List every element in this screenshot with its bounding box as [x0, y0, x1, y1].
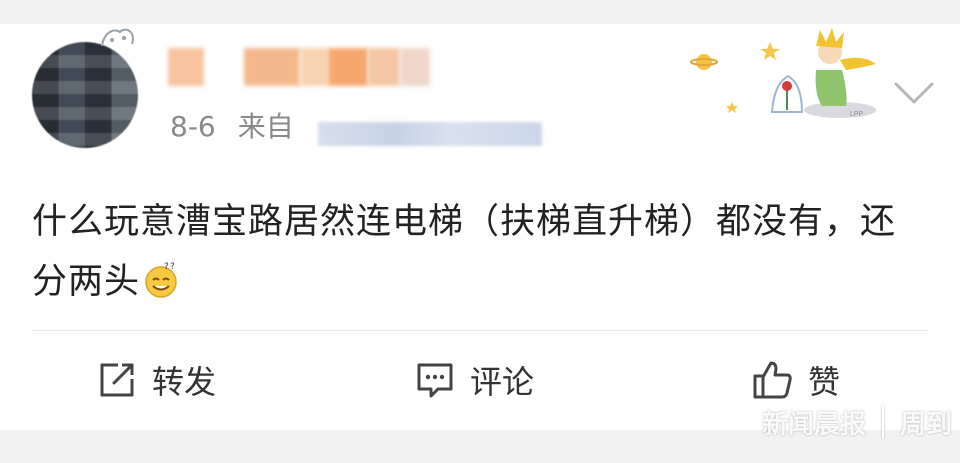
svg-text:LPP: LPP	[850, 111, 864, 118]
repost-button[interactable]: 转发	[96, 352, 216, 408]
divider	[32, 330, 928, 331]
watermark-right: 周到	[900, 409, 953, 440]
watermark-separator	[882, 405, 885, 439]
comment-icon	[417, 363, 453, 398]
comment-label: 评论	[470, 363, 535, 401]
little-prince-badge-icon: LPP	[690, 28, 876, 118]
avatar-decoration-icon	[101, 28, 134, 47]
post-body: 什么玩意漕宝路居然连电梯（扶梯直升梯）都没有，还分两头 ? ?	[32, 192, 922, 312]
chevron-down-icon[interactable]	[892, 80, 936, 106]
comment-button[interactable]: 评论	[414, 352, 534, 408]
sweat-smile-emoji-icon: ? ?	[145, 262, 177, 298]
watermark-left: 新闻晨报	[762, 409, 867, 440]
repost-label: 转发	[152, 363, 217, 401]
share-square-icon	[100, 363, 134, 397]
post-date: 8-6	[170, 110, 216, 143]
watermark: 新闻晨报 周到	[762, 396, 952, 448]
post-meta: 8-6 来自	[170, 110, 294, 144]
avatar[interactable]	[32, 42, 138, 148]
source-client-blurred[interactable]	[318, 122, 542, 146]
source-prefix: 来自	[237, 110, 294, 143]
svg-text:?: ?	[164, 262, 170, 272]
username-blurred[interactable]	[168, 48, 430, 86]
svg-text:?: ?	[170, 262, 176, 272]
thumbs-up-icon	[753, 361, 792, 399]
